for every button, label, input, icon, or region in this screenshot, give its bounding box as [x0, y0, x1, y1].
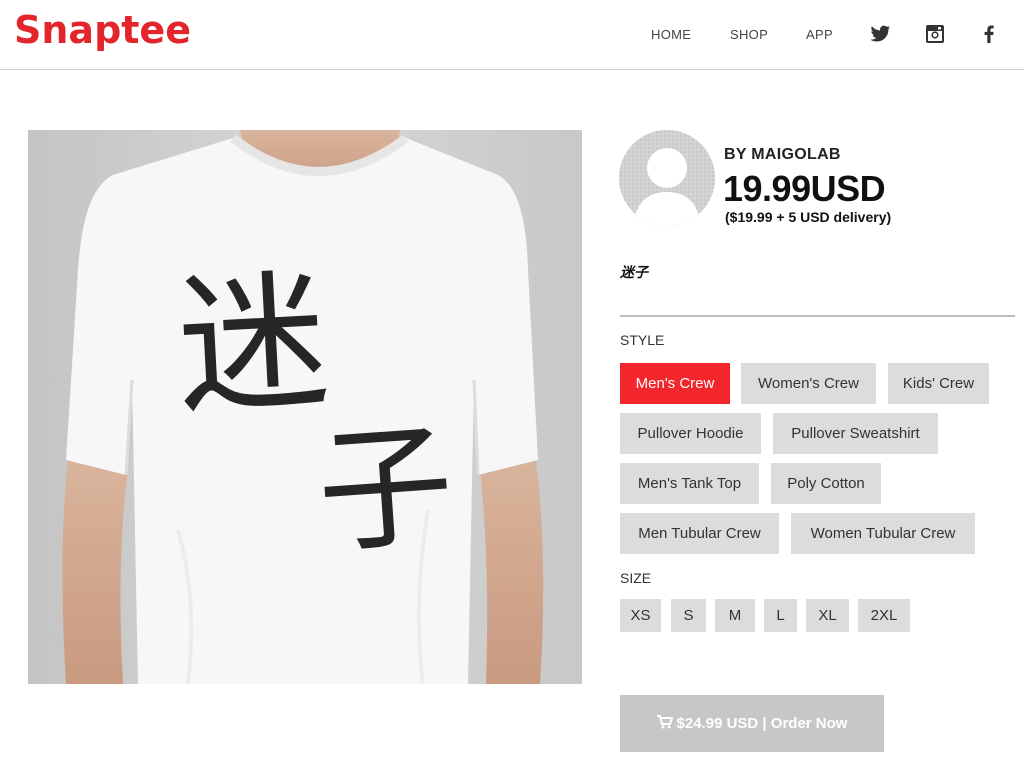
facebook-icon[interactable]	[977, 22, 1001, 46]
nav-app-link[interactable]: APP	[806, 27, 833, 42]
style-option-womens-crew[interactable]: Women's Crew	[741, 363, 876, 404]
divider	[620, 315, 1015, 317]
designer-avatar[interactable]	[619, 130, 715, 226]
size-option-s[interactable]: S	[671, 599, 706, 632]
snaptee-logo[interactable]: Snaptee	[14, 8, 191, 52]
style-option-kids-crew[interactable]: Kids' Crew	[888, 363, 989, 404]
style-label: STYLE	[620, 332, 665, 348]
size-option-xl[interactable]: XL	[806, 599, 849, 632]
nav-home-link[interactable]: HOME	[651, 27, 691, 42]
order-now-label: $24.99 USD | Order Now	[676, 715, 848, 732]
twitter-icon[interactable]	[868, 22, 892, 46]
size-option-xs[interactable]: XS	[620, 599, 661, 632]
delivery-note: ($19.99 + 5 USD delivery)	[725, 209, 892, 225]
site-header: Snaptee HOME SHOP APP	[0, 0, 1024, 70]
size-option-2xl[interactable]: 2XL	[858, 599, 910, 632]
style-option-poly-cotton[interactable]: Poly Cotton	[771, 463, 881, 504]
size-option-l[interactable]: L	[764, 599, 797, 632]
product-image: 迷 子	[28, 130, 582, 684]
print-char-2: 子	[312, 406, 459, 573]
cart-icon	[656, 696, 673, 753]
size-label: SIZE	[620, 570, 652, 586]
product-price: 19.99USD	[723, 168, 886, 209]
nav-shop-link[interactable]: SHOP	[730, 27, 768, 42]
style-option-men-tubular-crew[interactable]: Men Tubular Crew	[620, 513, 779, 554]
designer-name[interactable]: BY MAIGOLAB	[724, 146, 841, 164]
style-option-pullover-sweatshirt[interactable]: Pullover Sweatshirt	[773, 413, 938, 454]
style-option-pullover-hoodie[interactable]: Pullover Hoodie	[620, 413, 761, 454]
style-option-mens-crew[interactable]: Men's Crew	[620, 363, 730, 404]
order-now-button[interactable]: $24.99 USD | Order Now	[620, 695, 884, 752]
instagram-icon[interactable]	[923, 22, 947, 46]
product-title: 迷子	[620, 264, 648, 280]
print-char-1: 迷	[173, 254, 333, 436]
style-option-women-tubular-crew[interactable]: Women Tubular Crew	[791, 513, 975, 554]
size-option-m[interactable]: M	[715, 599, 755, 632]
style-option-mens-tank-top[interactable]: Men's Tank Top	[620, 463, 759, 504]
